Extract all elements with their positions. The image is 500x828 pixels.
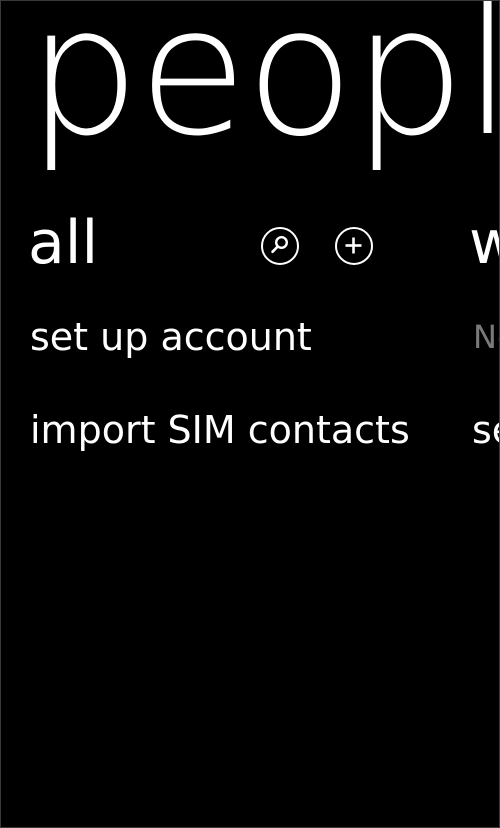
people-hub-screen: people all set up account import SIM con… bbox=[0, 0, 500, 828]
add-contact-button[interactable] bbox=[335, 227, 373, 265]
search-button[interactable] bbox=[261, 227, 299, 265]
pivot-header-next-peek[interactable]: w bbox=[469, 213, 499, 273]
set-up-account-link[interactable]: set up account bbox=[30, 318, 312, 356]
hub-title: people bbox=[27, 0, 499, 175]
pivot-header-all[interactable]: all bbox=[28, 213, 98, 273]
next-pivot-peek-link[interactable]: se bbox=[472, 411, 499, 449]
import-sim-contacts-link[interactable]: import SIM contacts bbox=[30, 411, 410, 449]
add-icon bbox=[345, 237, 362, 254]
next-pivot-peek-text: Nc bbox=[473, 318, 499, 356]
search-icon bbox=[271, 235, 289, 254]
